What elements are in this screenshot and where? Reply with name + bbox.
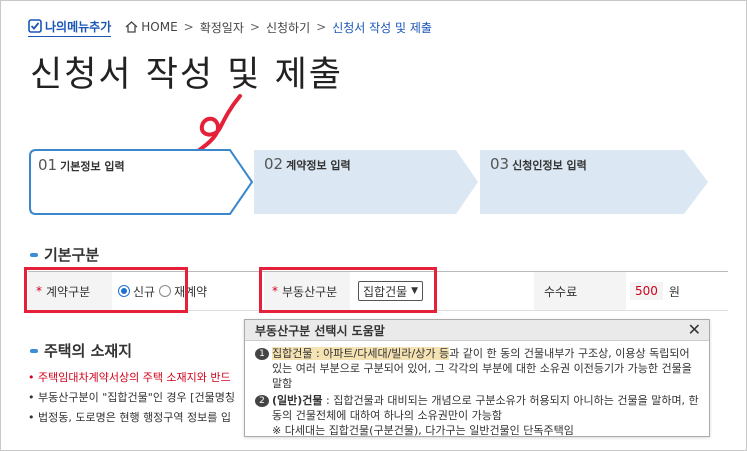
popup-title: 부동산구분 선택시 도움말 (255, 323, 385, 338)
step-3-number: 03 (490, 155, 510, 173)
popup-item-2-text: : 집합건물과 대비되는 개념으로 구분소유가 허용되지 아니하는 건물을 말하… (272, 394, 699, 422)
breadcrumb-item-apply[interactable]: 신청하기 (266, 19, 310, 36)
popup-body: 1 집합건물 : 아파트/다세대/빌라/상가 등과 같이 한 동의 건물내부가 … (245, 341, 709, 438)
number-2-icon: 2 (255, 395, 269, 407)
home-icon (125, 21, 138, 33)
location-notes: • 주택임대차계약서상의 주택 소재지와 반드 • 부동산구분이 "집합건물"인… (28, 368, 248, 428)
breadcrumb-item-confirm-date[interactable]: 확정일자 (200, 19, 244, 36)
step-2-label: 계약정보 입력 (286, 159, 351, 172)
breadcrumb-separator: > (249, 20, 260, 34)
step-1[interactable]: 01 기본정보 입력 (38, 156, 125, 174)
popup-item-1: 1 집합건물 : 아파트/다세대/빌라/상가 등과 같이 한 동의 건물내부가 … (255, 346, 701, 391)
breadcrumb: HOME > 확정일자 > 신청하기 > 신청서 작성 및 제출 (125, 19, 432, 36)
popup-item-1-term: 집합건물 : 아파트/다세대/빌라/상가 등 (272, 347, 450, 360)
step-indicator (29, 149, 708, 215)
annotation-box-contract-type (24, 267, 188, 313)
property-type-help-popup: 부동산구분 선택시 도움말 ✕ 1 집합건물 : 아파트/다세대/빌라/상가 등… (244, 319, 710, 437)
breadcrumb-separator: > (316, 20, 327, 34)
step-2-number: 02 (264, 155, 284, 173)
fee-cell: 500 원 (630, 272, 726, 310)
breadcrumb-separator: > (183, 20, 194, 34)
section-bullet-icon (30, 252, 38, 257)
checkbox-icon (28, 19, 42, 33)
number-1-icon: 1 (255, 348, 269, 360)
section-basic-heading: 기본구분 (30, 244, 99, 265)
section-basic-title: 기본구분 (44, 246, 100, 264)
my-menu-add-link[interactable]: 나의메뉴추가 (28, 18, 112, 37)
step-1-label: 기본정보 입력 (60, 160, 125, 173)
annotation-box-property-type (259, 267, 437, 313)
section-location-heading: 주택의 소재지 (30, 340, 132, 361)
fee-unit: 원 (668, 284, 680, 299)
my-menu-add-label: 나의메뉴추가 (45, 19, 112, 34)
step-3-label: 신청인정보 입력 (512, 159, 587, 172)
step-1-number: 01 (38, 156, 58, 174)
section-location-title: 주택의 소재지 (44, 342, 133, 360)
top-navigation: 나의메뉴추가 HOME > 확정일자 > 신청하기 > 신청서 작성 및 제출 (28, 16, 432, 38)
fee-label: 수수료 (544, 284, 578, 299)
location-note-2: • 부동산구분이 "집합건물"인 경우 [건물명칭 (28, 391, 235, 404)
step-3[interactable]: 03 신청인정보 입력 (490, 155, 587, 173)
popup-item-2-note: ※ 다세대는 집합건물(구분건물), 다가구는 일반건물인 단독주택임 (272, 424, 574, 437)
close-icon[interactable]: ✕ (688, 320, 701, 340)
popup-item-2: 2 (일반)건물 : 집합건물과 대비되는 개념으로 구분소유가 허용되지 아니… (255, 393, 701, 438)
fee-label-cell: 수수료 (534, 272, 626, 310)
location-note-1: • 주택임대차계약서상의 주택 소재지와 반드 (28, 371, 231, 384)
popup-header: 부동산구분 선택시 도움말 ✕ (245, 320, 709, 341)
fee-value: 500 (630, 282, 663, 300)
location-note-3: • 법정동, 도로명은 현행 행정구역 정보를 입 (28, 411, 232, 424)
section-bullet-icon (30, 348, 38, 353)
breadcrumb-home[interactable]: HOME (141, 20, 177, 34)
step-2[interactable]: 02 계약정보 입력 (264, 155, 351, 173)
breadcrumb-item-current: 신청서 작성 및 제출 (332, 20, 432, 35)
popup-item-2-term: (일반)건물 (272, 394, 323, 407)
